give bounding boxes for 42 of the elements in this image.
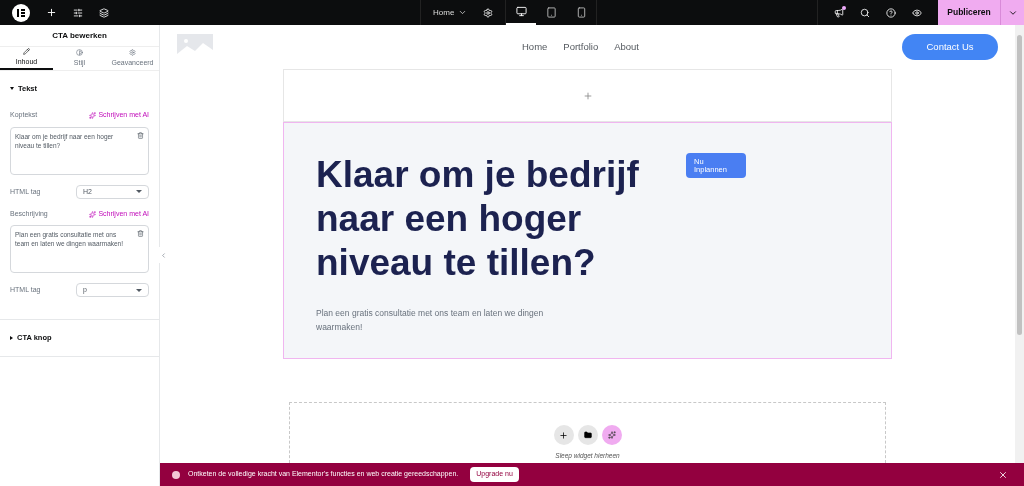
layers-icon[interactable] [99,7,109,18]
tablet-icon [545,7,557,18]
trash-icon[interactable] [137,230,144,238]
settings-icon[interactable] [483,7,494,18]
eye-icon[interactable] [912,7,922,18]
sparkle-icon [607,431,616,439]
sparkle-icon [89,112,97,119]
mobile-icon [575,7,587,18]
cta-heading: Klaar om je bedrijf naar een hoger niveau te tillen? [316,153,640,285]
image-placeholder-icon [177,34,213,60]
chevron-down-icon [458,8,468,17]
logo-icon[interactable] [12,3,30,22]
nav-link[interactable]: Home [522,39,548,55]
ai-sparkle-button[interactable] [601,425,622,445]
folder-icon [583,431,592,439]
sliders-icon[interactable] [73,7,83,18]
cta-description: Plan een gratis consultatie met ons team en laten we dingen waarmaken! [316,307,545,334]
desktop-icon [515,6,527,17]
search-icon[interactable] [860,7,870,18]
publish-button[interactable]: Publiceren [938,0,1000,25]
contact-us-button[interactable]: Contact Us [902,34,998,60]
close-icon[interactable] [998,469,1008,480]
chevron-left-icon [159,251,167,259]
gear-icon [129,48,136,56]
sparkle-icon [89,210,97,218]
pencil-icon [23,47,30,55]
nav-link[interactable]: About [614,39,639,55]
caret-icon [10,87,14,91]
trash-icon[interactable] [137,131,144,139]
contrast-icon [76,48,83,56]
nav-link[interactable]: Portfolio [563,39,599,55]
caret-icon [10,335,13,340]
add-icon[interactable] [46,7,57,18]
caret-icon [136,288,142,292]
help-icon[interactable] [886,7,896,18]
add-widget-button[interactable] [553,425,574,445]
megaphone-icon[interactable] [834,7,844,18]
caret-icon [136,190,142,194]
template-folder-button[interactable] [577,425,598,445]
panel-title: CTA bewerken [0,25,159,47]
plus-icon [559,430,568,440]
page-dropdown[interactable]: Home [433,6,468,19]
